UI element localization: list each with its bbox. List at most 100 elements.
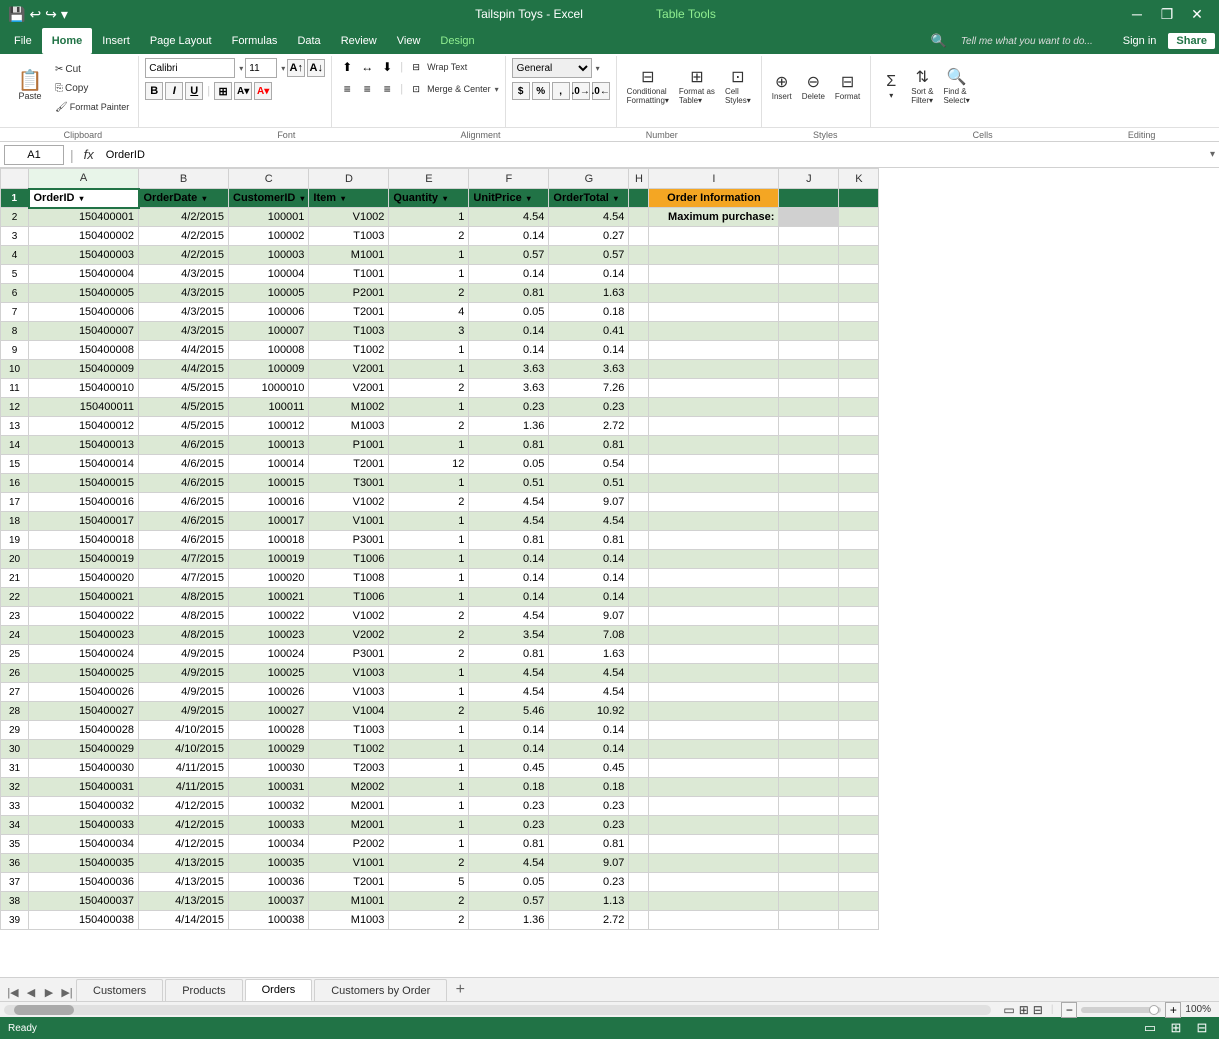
cell-i-29[interactable] <box>649 721 779 740</box>
col-header-A[interactable]: A <box>29 169 139 189</box>
cell-customerid-24[interactable]: 100023 <box>229 626 309 645</box>
cell-quantity-26[interactable]: 1 <box>389 664 469 683</box>
window-controls[interactable]: ─ ❐ ✕ <box>1123 4 1211 24</box>
cell-ordertotal-25[interactable]: 1.63 <box>549 645 629 664</box>
cell-j-24[interactable] <box>779 626 839 645</box>
cell-item-29[interactable]: T1003 <box>309 721 389 740</box>
page-break-icon[interactable]: ⊟ <box>1033 1003 1043 1017</box>
cell-unitprice-37[interactable]: 0.05 <box>469 873 549 892</box>
normal-view-icon[interactable]: ▭ <box>1003 1003 1014 1017</box>
cell-customerid-19[interactable]: 100018 <box>229 531 309 550</box>
cell-unitprice-14[interactable]: 0.81 <box>469 436 549 455</box>
sheet-orders[interactable]: Orders <box>245 979 313 1001</box>
bottom-align-button[interactable]: ⬇ <box>378 58 396 76</box>
cell-i-25[interactable] <box>649 645 779 664</box>
sum-button[interactable]: Σ ▾ <box>877 58 905 114</box>
cell-customerid-10[interactable]: 100009 <box>229 360 309 379</box>
header-ordertotal[interactable]: OrderTotal ▾ <box>549 189 629 208</box>
cell-customerid-27[interactable]: 100026 <box>229 683 309 702</box>
cell-orderdate-12[interactable]: 4/5/2015 <box>139 398 229 417</box>
cell-ordertotal-7[interactable]: 0.18 <box>549 303 629 322</box>
cell-customerid-13[interactable]: 100012 <box>229 417 309 436</box>
cell-j-19[interactable] <box>779 531 839 550</box>
menu-insert[interactable]: Insert <box>92 28 140 54</box>
expand-formula-button[interactable]: ▾ <box>1210 149 1215 160</box>
cell-customerid-32[interactable]: 100031 <box>229 778 309 797</box>
cell-customerid-22[interactable]: 100021 <box>229 588 309 607</box>
cell-ordertotal-22[interactable]: 0.14 <box>549 588 629 607</box>
cell-unitprice-19[interactable]: 0.81 <box>469 531 549 550</box>
cell-quantity-31[interactable]: 1 <box>389 759 469 778</box>
cell-orderdate-23[interactable]: 4/8/2015 <box>139 607 229 626</box>
cell-j-36[interactable] <box>779 854 839 873</box>
cell-unitprice-38[interactable]: 0.57 <box>469 892 549 911</box>
cell-item-27[interactable]: V1003 <box>309 683 389 702</box>
cell-customerid-23[interactable]: 100022 <box>229 607 309 626</box>
cell-unitprice-26[interactable]: 4.54 <box>469 664 549 683</box>
cell-item-36[interactable]: V1001 <box>309 854 389 873</box>
cell-item-12[interactable]: M1002 <box>309 398 389 417</box>
cell-item-26[interactable]: V1003 <box>309 664 389 683</box>
restore-button[interactable]: ❐ <box>1153 4 1181 24</box>
cell-orderid-36[interactable]: 150400035 <box>29 854 139 873</box>
cell-orderid-17[interactable]: 150400016 <box>29 493 139 512</box>
insert-cells-button[interactable]: ⊕ Insert <box>768 58 796 114</box>
cell-quantity-6[interactable]: 2 <box>389 284 469 303</box>
comma-button[interactable]: , <box>552 82 570 100</box>
cell-j-4[interactable] <box>779 246 839 265</box>
cell-quantity-7[interactable]: 4 <box>389 303 469 322</box>
cell-unitprice-27[interactable]: 4.54 <box>469 683 549 702</box>
header-orderdate[interactable]: OrderDate ▾ <box>139 189 229 208</box>
cell-orderid-10[interactable]: 150400009 <box>29 360 139 379</box>
cell-ordertotal-8[interactable]: 0.41 <box>549 322 629 341</box>
cell-item-19[interactable]: P3001 <box>309 531 389 550</box>
cell-unitprice-8[interactable]: 0.14 <box>469 322 549 341</box>
page-break-view-button[interactable]: ⊟ <box>1193 1019 1211 1037</box>
cell-unitprice-13[interactable]: 1.36 <box>469 417 549 436</box>
minimize-button[interactable]: ─ <box>1123 4 1151 24</box>
cell-j-2[interactable] <box>779 208 839 227</box>
cell-i-37[interactable] <box>649 873 779 892</box>
cell-j-39[interactable] <box>779 911 839 930</box>
decrease-decimal-button[interactable]: .0← <box>592 82 610 100</box>
cell-customerid-5[interactable]: 100004 <box>229 265 309 284</box>
delete-cells-button[interactable]: ⊖ Delete <box>798 58 829 114</box>
font-name-dropdown[interactable]: ▾ <box>239 64 243 73</box>
cell-orderid-13[interactable]: 150400012 <box>29 417 139 436</box>
fill-color-button[interactable]: A▾ <box>234 82 252 100</box>
cell-j-6[interactable] <box>779 284 839 303</box>
cell-orderdate-21[interactable]: 4/7/2015 <box>139 569 229 588</box>
cell-i-31[interactable] <box>649 759 779 778</box>
cell-unitprice-34[interactable]: 0.23 <box>469 816 549 835</box>
cell-orderid-26[interactable]: 150400025 <box>29 664 139 683</box>
cell-quantity-38[interactable]: 2 <box>389 892 469 911</box>
normal-view-button[interactable]: ▭ <box>1141 1019 1159 1037</box>
cell-customerid-8[interactable]: 100007 <box>229 322 309 341</box>
cell-orderid-37[interactable]: 150400036 <box>29 873 139 892</box>
cell-i-26[interactable] <box>649 664 779 683</box>
cell-orderdate-37[interactable]: 4/13/2015 <box>139 873 229 892</box>
cell-orderdate-34[interactable]: 4/12/2015 <box>139 816 229 835</box>
font-color-button[interactable]: A▾ <box>254 82 272 100</box>
cell-i-33[interactable] <box>649 797 779 816</box>
cell-unitprice-31[interactable]: 0.45 <box>469 759 549 778</box>
cell-unitprice-9[interactable]: 0.14 <box>469 341 549 360</box>
cell-ordertotal-9[interactable]: 0.14 <box>549 341 629 360</box>
increase-decimal-button[interactable]: .0→ <box>572 82 590 100</box>
cell-customerid-12[interactable]: 100011 <box>229 398 309 417</box>
cell-item-37[interactable]: T2001 <box>309 873 389 892</box>
cell-quantity-22[interactable]: 1 <box>389 588 469 607</box>
cell-orderid-28[interactable]: 150400027 <box>29 702 139 721</box>
cell-i-8[interactable] <box>649 322 779 341</box>
format-as-table-button[interactable]: ⊞ Format asTable▾ <box>675 58 719 114</box>
cell-quantity-14[interactable]: 1 <box>389 436 469 455</box>
header-item[interactable]: Item ▾ <box>309 189 389 208</box>
italic-button[interactable]: I <box>165 82 183 100</box>
cell-orderdate-24[interactable]: 4/8/2015 <box>139 626 229 645</box>
cell-customerid-16[interactable]: 100015 <box>229 474 309 493</box>
cell-orderdate-31[interactable]: 4/11/2015 <box>139 759 229 778</box>
quick-access-toolbar[interactable]: 💾 ↩ ↪ ▾ <box>8 6 68 23</box>
cell-customerid-28[interactable]: 100027 <box>229 702 309 721</box>
cell-ordertotal-23[interactable]: 9.07 <box>549 607 629 626</box>
cell-j-10[interactable] <box>779 360 839 379</box>
